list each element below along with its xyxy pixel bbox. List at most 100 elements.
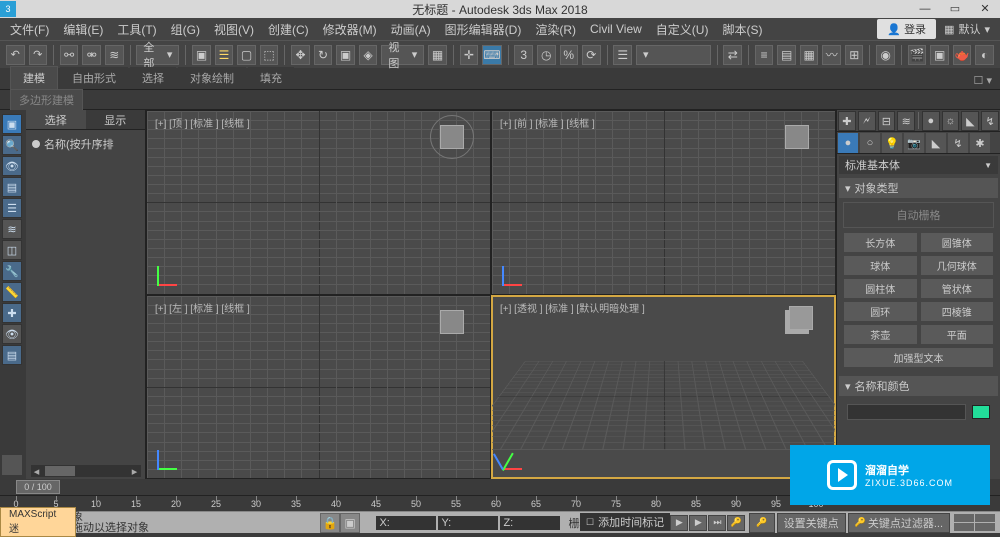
zoom-all-icon[interactable] xyxy=(975,514,995,522)
strip-list-icon[interactable]: ▤ xyxy=(2,345,22,365)
ref-coord-dropdown[interactable]: 视图 ▾ xyxy=(381,45,424,65)
primitive-type-dropdown[interactable]: 标准基本体▼ xyxy=(839,156,998,174)
strip-display-icon[interactable]: ▤ xyxy=(2,177,22,197)
isolate-selection-icon[interactable]: ▣ xyxy=(340,513,360,533)
rendered-frame-button[interactable]: ▣ xyxy=(930,45,949,65)
viewcube-left[interactable] xyxy=(434,304,470,340)
login-button[interactable]: 👤 登录 xyxy=(877,19,936,39)
ribbon-tab-populate[interactable]: 填充 xyxy=(248,67,294,89)
pan-icon[interactable] xyxy=(954,523,974,531)
select-by-name-button[interactable]: ☰ xyxy=(215,45,234,65)
goto-end-button[interactable]: ⏭ xyxy=(708,515,726,531)
viewport-front-label[interactable]: [+] [前 ] [标准 ] [线框 ] xyxy=(500,115,595,130)
strip-eye-icon[interactable]: 👁 xyxy=(2,324,22,344)
name-color-header[interactable]: ▾ 名称和颜色 xyxy=(839,376,998,396)
zoom-icon[interactable] xyxy=(954,514,974,522)
window-crossing-button[interactable]: ⬚ xyxy=(260,45,279,65)
strip-5-icon[interactable]: ◫ xyxy=(2,240,22,260)
auto-key-button[interactable]: 🔑 xyxy=(749,513,774,533)
cameras-subtab-icon[interactable]: 📷 xyxy=(904,133,924,153)
utilities-tab-icon[interactable]: ☼ xyxy=(942,111,960,131)
sort-header[interactable]: 名称(按升序排 xyxy=(32,136,139,152)
menu-create[interactable]: 创建(C) xyxy=(262,19,315,40)
viewport-front[interactable]: [+] [前 ] [标准 ] [线框 ] xyxy=(492,111,835,294)
unlink-button[interactable]: ⚮ xyxy=(82,45,101,65)
motion-tab-icon[interactable]: ≋ xyxy=(897,111,915,131)
key-mode-button[interactable]: 🔑 xyxy=(727,515,745,531)
strip-layers-icon[interactable]: ☰ xyxy=(2,198,22,218)
cylinder-button[interactable]: 圆柱体 xyxy=(843,278,918,299)
tab-select[interactable]: 选择 xyxy=(26,110,86,129)
spinner-snap-button[interactable]: ⟳ xyxy=(582,45,601,65)
viewport-layout-icon[interactable] xyxy=(2,455,22,475)
curve-editor-button[interactable]: 〰 xyxy=(822,45,841,65)
torus-button[interactable]: 圆环 xyxy=(843,301,918,322)
create-tab-icon[interactable]: ✚ xyxy=(838,111,856,131)
menu-tools[interactable]: 工具(T) xyxy=(111,19,162,40)
use-center-button[interactable]: ▦ xyxy=(428,45,447,65)
bind-button[interactable]: ≋ xyxy=(105,45,124,65)
strip-wrench-icon[interactable]: 🔧 xyxy=(2,261,22,281)
menu-view[interactable]: 视图(V) xyxy=(208,19,260,40)
viewport-perspective-label[interactable]: [+] [透视 ] [标准 ] [默认明暗处理 ] xyxy=(500,300,645,315)
viewport-top[interactable]: [+] [顶 ] [标准 ] [线框 ] xyxy=(147,111,490,294)
coord-y-input[interactable]: Y: xyxy=(438,516,498,530)
render-setup-button[interactable]: 🎬 xyxy=(908,45,927,65)
color-swatch[interactable] xyxy=(972,405,990,419)
maxscript-listener[interactable]: MAXScript 迷 xyxy=(0,511,76,533)
pyramid-button[interactable]: 四棱锥 xyxy=(920,301,995,322)
keyboard-shortcut-button[interactable]: ⌨ xyxy=(482,45,501,65)
material-editor-button[interactable]: ◉ xyxy=(876,45,895,65)
select-manipulate-button[interactable]: ✛ xyxy=(460,45,479,65)
display-tab-icon[interactable]: ● xyxy=(922,111,940,131)
spacewarps-subtab-icon[interactable]: ↯ xyxy=(948,133,968,153)
strip-add-icon[interactable]: ✚ xyxy=(2,303,22,323)
select-scale-button[interactable]: ▣ xyxy=(336,45,355,65)
strip-select-icon[interactable]: ▣ xyxy=(2,114,22,134)
geometry-subtab-icon[interactable]: ● xyxy=(838,133,858,153)
render-iterative-button[interactable]: ◐ xyxy=(975,45,994,65)
strip-ruler-icon[interactable]: 📏 xyxy=(2,282,22,302)
tube-button[interactable]: 管状体 xyxy=(920,278,995,299)
tab8-icon[interactable]: ↯ xyxy=(981,111,999,131)
strip-view-icon[interactable]: 👁 xyxy=(2,156,22,176)
geosphere-button[interactable]: 几何球体 xyxy=(920,255,995,276)
select-move-button[interactable]: ✥ xyxy=(291,45,310,65)
undo-button[interactable]: ↶ xyxy=(6,45,25,65)
menu-customize[interactable]: 自定义(U) xyxy=(650,19,715,40)
play-button[interactable]: ▶ xyxy=(670,515,688,531)
hierarchy-tab-icon[interactable]: ⊟ xyxy=(878,111,896,131)
menu-civil-view[interactable]: Civil View xyxy=(584,20,648,38)
menu-file[interactable]: 文件(F) xyxy=(4,19,55,40)
menu-modifier[interactable]: 修改器(M) xyxy=(317,19,383,40)
strip-wave-icon[interactable]: ≋ xyxy=(2,219,22,239)
toggle-ribbon-button[interactable]: ▦ xyxy=(800,45,819,65)
plane-button[interactable]: 平面 xyxy=(920,324,995,345)
link-button[interactable]: ⚯ xyxy=(60,45,79,65)
tab7-icon[interactable]: ◣ xyxy=(961,111,979,131)
snap-toggle-button[interactable]: 3 xyxy=(514,45,533,65)
lock-selection-icon[interactable]: 🔒 xyxy=(320,513,340,533)
key-filters-button[interactable]: 🔑 关键点过滤器... xyxy=(848,513,950,533)
select-region-rect-button[interactable]: ▢ xyxy=(237,45,256,65)
shapes-subtab-icon[interactable]: ○ xyxy=(860,133,880,153)
redo-button[interactable]: ↷ xyxy=(29,45,48,65)
ribbon-tab-modeling[interactable]: 建模 xyxy=(10,66,58,89)
viewport-perspective[interactable]: [+] [透视 ] [标准 ] [默认明暗处理 ] xyxy=(492,296,835,479)
layer-manager-button[interactable]: ▤ xyxy=(777,45,796,65)
coord-x-input[interactable]: X: xyxy=(376,516,436,530)
box-button[interactable]: 长方体 xyxy=(843,232,918,253)
cone-button[interactable]: 圆锥体 xyxy=(920,232,995,253)
helpers-subtab-icon[interactable]: ◣ xyxy=(926,133,946,153)
teapot-button[interactable]: 茶壶 xyxy=(843,324,918,345)
ribbon-collapse-button[interactable]: ☐ ▾ xyxy=(966,72,1000,89)
modify-tab-icon[interactable]: 🗲 xyxy=(858,111,876,131)
selection-filter-dropdown[interactable]: 全部 ▾ xyxy=(136,45,179,65)
viewport-left[interactable]: [+] [左 ] [标准 ] [线框 ] xyxy=(147,296,490,479)
menu-group[interactable]: 组(G) xyxy=(165,19,206,40)
time-slider-thumb[interactable]: 0 / 100 xyxy=(16,480,60,494)
ribbon-tab-freeform[interactable]: 自由形式 xyxy=(60,67,128,89)
sphere-button[interactable]: 球体 xyxy=(843,255,918,276)
named-selection-dropdown[interactable]: ▾ xyxy=(636,45,711,65)
schematic-view-button[interactable]: ⊞ xyxy=(845,45,864,65)
